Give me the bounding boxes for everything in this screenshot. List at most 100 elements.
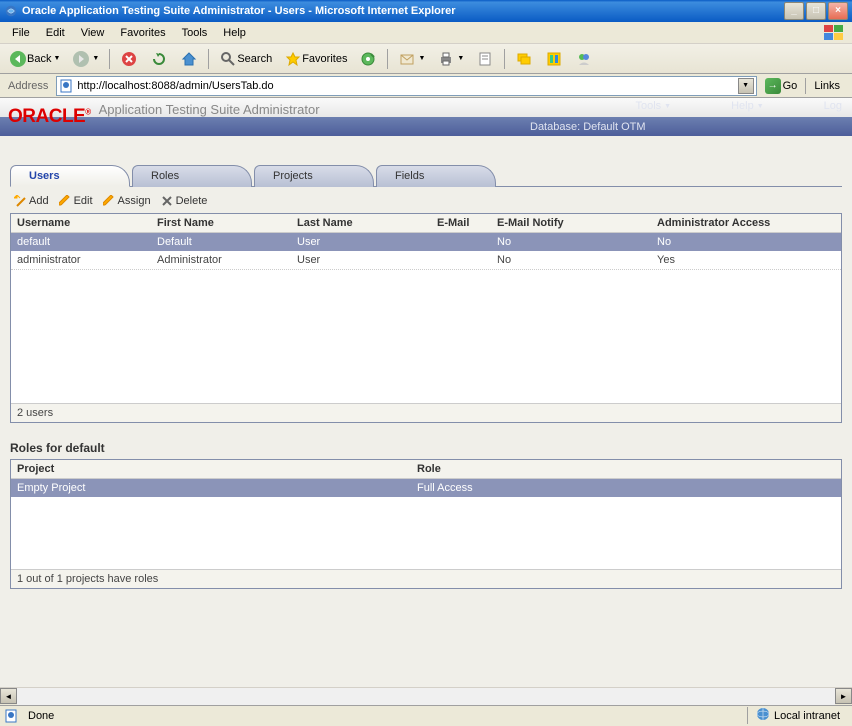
roles-section-title: Roles for default [10,441,842,455]
oracle-log-link[interactable]: Log [824,100,842,112]
menubar: File Edit View Favorites Tools Help [0,22,852,44]
users-table-header: Username First Name Last Name E-Mail E-M… [11,214,841,233]
tab-users[interactable]: Users [10,165,130,187]
mail-icon [398,50,416,68]
delete-icon [161,195,173,207]
forward-icon [72,50,90,68]
window-controls: _ □ × [784,2,848,20]
chevron-down-icon: ▼ [457,55,464,62]
history-icon [359,50,377,68]
statusbar: Done Local intranet [0,705,852,725]
th-admin[interactable]: Administrator Access [651,214,841,232]
back-button[interactable]: Back ▼ [4,47,65,71]
th-project[interactable]: Project [11,460,411,478]
address-input[interactable] [73,80,737,92]
discuss-icon [515,50,533,68]
separator [387,49,388,69]
edit-button[interactable] [471,47,499,71]
menu-favorites[interactable]: Favorites [112,25,173,41]
oracle-top-links: Tools ▼ Help ▼ Log [635,100,842,112]
tab-fields[interactable]: Fields [376,165,496,187]
scroll-right-button[interactable]: ► [835,688,852,704]
search-label: Search [237,53,272,65]
th-lastname[interactable]: Last Name [291,214,431,232]
separator [504,49,505,69]
tab-projects[interactable]: Projects [254,165,374,187]
users-table: Username First Name Last Name E-Mail E-M… [10,213,842,423]
forward-button[interactable]: ▼ [67,47,104,71]
scroll-track[interactable] [17,688,835,705]
search-button[interactable]: Search [214,47,277,71]
chevron-down-icon: ▼ [92,55,99,62]
go-icon: → [765,78,781,94]
addressbar: Address ▼ → Go Links [0,74,852,98]
discuss-button[interactable] [510,47,538,71]
tabs: Users Roles Projects Fields [10,164,842,187]
table-row[interactable]: Empty Project Full Access [11,479,841,497]
stop-icon [120,50,138,68]
refresh-button[interactable] [145,47,173,71]
favorites-label: Favorites [302,53,347,65]
tab-roles[interactable]: Roles [132,165,252,187]
address-input-wrap[interactable]: ▼ [56,76,756,96]
minimize-button[interactable]: _ [784,2,804,20]
windows-flag-icon [820,22,848,44]
assign-button[interactable]: Assign [103,195,151,207]
horizontal-scrollbar[interactable]: ◄ ► [0,687,852,705]
edit-button[interactable]: Edit [59,195,93,207]
oracle-database-label: Database: Default OTM [530,121,822,133]
ie-icon [4,4,18,18]
add-button[interactable]: Add [14,195,49,207]
roles-table-header: Project Role [11,460,841,479]
window-titlebar: Oracle Application Testing Suite Adminis… [0,0,852,22]
th-username[interactable]: Username [11,214,151,232]
go-button[interactable]: → Go [761,76,802,96]
status-text: Done [24,710,695,722]
chevron-down-icon: ▼ [418,55,425,62]
research-icon [545,50,563,68]
th-notify[interactable]: E-Mail Notify [491,214,651,232]
oracle-tools-link[interactable]: Tools ▼ [635,100,671,112]
mail-button[interactable]: ▼ [393,47,430,71]
print-button[interactable]: ▼ [432,47,469,71]
menu-file[interactable]: File [4,25,38,41]
th-role[interactable]: Role [411,460,841,478]
scroll-left-button[interactable]: ◄ [0,688,17,704]
back-icon [9,50,27,68]
close-button[interactable]: × [828,2,848,20]
menu-tools[interactable]: Tools [174,25,216,41]
links-button[interactable]: Links [805,78,848,94]
favorites-button[interactable]: Favorites [279,47,352,71]
table-row[interactable]: default Default User No No [11,233,841,251]
oracle-header: ORACLE® Application Testing Suite Admini… [0,98,852,136]
menu-help[interactable]: Help [215,25,254,41]
delete-button[interactable]: Delete [161,195,208,207]
oracle-logo: ORACLE® [8,106,91,128]
table-row[interactable]: administrator Administrator User No Yes [11,251,841,270]
content-area: Users Roles Projects Fields Add Edit Ass… [0,136,852,687]
separator [208,49,209,69]
th-firstname[interactable]: First Name [151,214,291,232]
oracle-subtitle: Application Testing Suite Administrator [99,98,320,117]
th-email[interactable]: E-Mail [431,214,491,232]
menu-edit[interactable]: Edit [38,25,73,41]
status-zone: Local intranet [747,707,848,724]
intranet-icon [756,707,770,724]
history-button[interactable] [354,47,382,71]
home-button[interactable] [175,47,203,71]
address-dropdown[interactable]: ▼ [738,78,754,94]
maximize-button[interactable]: □ [806,2,826,20]
home-icon [180,50,198,68]
go-label: Go [783,80,798,92]
menu-view[interactable]: View [73,25,113,41]
search-icon [219,50,237,68]
edit-icon [476,50,494,68]
users-table-footer: 2 users [11,403,841,422]
back-label: Back [27,53,51,65]
roles-table-body: Empty Project Full Access [11,479,841,569]
browser-toolbar: Back ▼ ▼ Search Favorites ▼ ▼ [0,44,852,74]
research-button[interactable] [540,47,568,71]
stop-button[interactable] [115,47,143,71]
oracle-help-link[interactable]: Help ▼ [731,100,764,112]
messenger-button[interactable] [570,47,598,71]
